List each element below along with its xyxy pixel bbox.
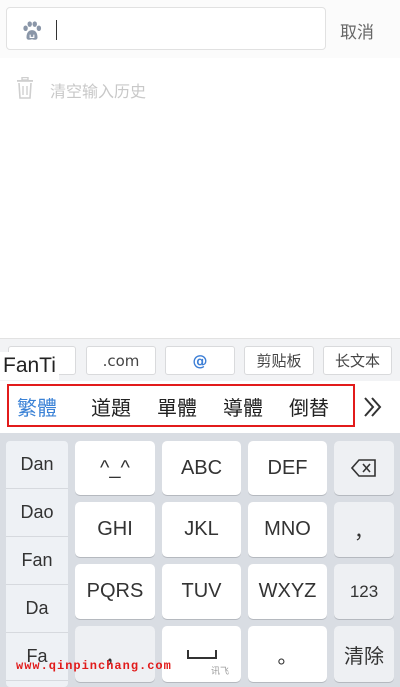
- clear-history-label: 清空输入历史: [50, 82, 147, 101]
- candidate-item[interactable]: 導體: [223, 392, 263, 421]
- key-mno[interactable]: MNO: [248, 502, 327, 557]
- trash-icon: [17, 77, 33, 99]
- key-def[interactable]: DEF: [248, 441, 327, 495]
- dotcom-key[interactable]: .com: [86, 346, 156, 375]
- period-key[interactable]: 。: [248, 626, 327, 682]
- comma-key[interactable]: ，: [334, 502, 394, 557]
- at-key[interactable]: @: [165, 346, 235, 375]
- space-sublabel: 讯飞: [210, 667, 229, 677]
- pinyin-item[interactable]: Dan: [6, 441, 68, 489]
- clear-key[interactable]: 清除: [334, 626, 394, 682]
- key-jkl[interactable]: JKL: [162, 502, 241, 557]
- clear-history-row[interactable]: 清空输入历史: [0, 62, 400, 112]
- key-tuv[interactable]: TUV: [162, 564, 241, 619]
- candidate-item[interactable]: 道題: [91, 392, 131, 421]
- pinyin-item[interactable]: Fan: [6, 537, 68, 585]
- pinyin-item[interactable]: Fa: [6, 633, 68, 681]
- site-watermark: www.qinpinchang.com: [16, 659, 172, 673]
- pinyin-item[interactable]: Dao: [6, 489, 68, 537]
- candidate-item[interactable]: 單體: [157, 392, 197, 421]
- search-input[interactable]: [6, 7, 326, 50]
- key-wxyz[interactable]: WXYZ: [248, 564, 327, 619]
- number-mode-key[interactable]: 123: [334, 564, 394, 619]
- cancel-button[interactable]: 取消: [340, 18, 374, 43]
- key-ghi[interactable]: GHI: [75, 502, 155, 557]
- double-chevron-right-icon[interactable]: [361, 395, 385, 419]
- composing-text: FanTi: [0, 352, 59, 380]
- pinyin-list[interactable]: Dan Dao Fan Da Fa: [6, 441, 68, 687]
- key-abc[interactable]: ABC: [162, 441, 241, 495]
- punctuation-key[interactable]: ，: [75, 626, 155, 682]
- t9-keyboard: Dan Dao Fan Da Fa ^_^ ABC DEF GHI JKL MN…: [0, 433, 400, 687]
- space-icon: [186, 650, 217, 659]
- candidate-item[interactable]: 繁體: [17, 392, 57, 421]
- clipboard-key[interactable]: 剪贴板: [244, 346, 314, 375]
- baidu-paw-icon: [23, 21, 42, 40]
- candidate-item[interactable]: 倒替: [289, 392, 329, 421]
- backspace-icon: [351, 459, 376, 477]
- text-caret: [56, 20, 57, 40]
- key-emoticon[interactable]: ^_^: [75, 441, 155, 495]
- long-text-key[interactable]: 长文本: [323, 346, 392, 375]
- backspace-key[interactable]: [334, 441, 394, 495]
- candidate-bar: 繁體 道題 單體 導體 倒替: [0, 381, 400, 433]
- pinyin-item[interactable]: Da: [6, 585, 68, 633]
- search-bar: 取消: [0, 0, 400, 58]
- keyboard-toolbar: 简繁 .com @ 剪贴板 长文本: [0, 338, 400, 381]
- space-key[interactable]: 讯飞: [162, 626, 241, 682]
- key-pqrs[interactable]: PQRS: [75, 564, 155, 619]
